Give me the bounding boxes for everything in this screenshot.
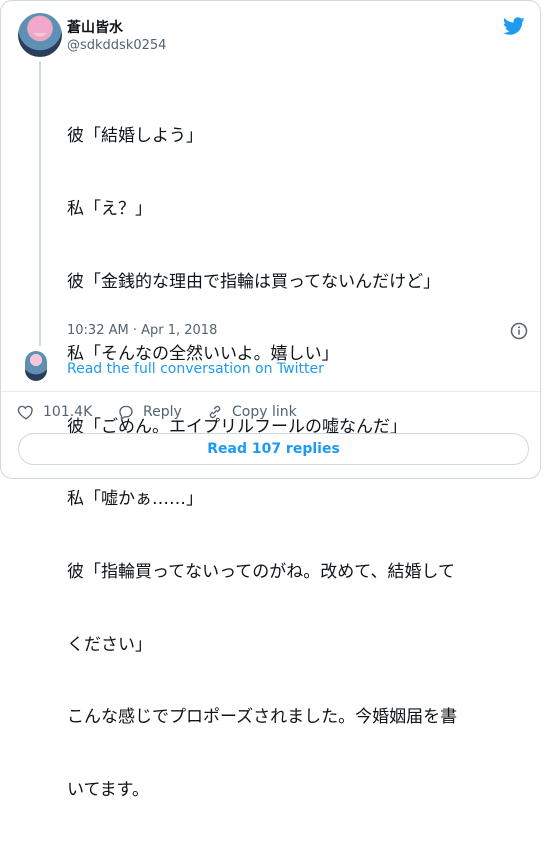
reply-label: Reply xyxy=(143,404,182,420)
tweet-line: 彼「金銭的な理由で指輪は買ってないんだけど」 xyxy=(67,271,441,292)
author-name[interactable]: 蒼山皆水 xyxy=(67,17,123,37)
thread-avatar[interactable] xyxy=(25,351,47,381)
like-count: 101.4K xyxy=(43,404,93,420)
copy-link-button[interactable]: Copy link xyxy=(206,403,297,421)
read-replies-button[interactable]: Read 107 replies xyxy=(18,433,529,465)
tweet-timestamp[interactable]: 10:32 AM · Apr 1, 2018 xyxy=(67,323,217,338)
author-handle[interactable]: @sdkddsk0254 xyxy=(67,38,166,53)
thread-connector xyxy=(39,61,41,346)
tweet-line: 彼「結婚しよう」 xyxy=(67,126,203,147)
tweet-line: ください」 xyxy=(67,634,152,655)
reply-button[interactable]: Reply xyxy=(117,403,182,421)
tweet-line: 私「嘘かぁ……」 xyxy=(67,489,203,510)
info-icon[interactable] xyxy=(510,322,528,340)
tweet-line: こんな感じでプロポーズされました。今婚姻届を書 xyxy=(67,707,458,728)
divider xyxy=(1,391,542,392)
tweet-line: 私「え？」 xyxy=(67,199,152,220)
tweet-line: いてます。 xyxy=(67,779,149,800)
reply-icon xyxy=(119,405,133,420)
read-full-conversation-link[interactable]: Read the full conversation on Twitter xyxy=(67,361,324,377)
tweet-line: 彼「指輪買ってないってのがね。改めて、結婚して xyxy=(67,562,455,583)
link-icon xyxy=(209,405,221,419)
like-button[interactable]: 101.4K xyxy=(17,403,92,421)
author-avatar[interactable] xyxy=(18,13,62,57)
twitter-bird-icon[interactable] xyxy=(501,15,527,37)
embedded-tweet-card: 蒼山皆水 @sdkddsk0254 彼「結婚しよう」 私「え？」 彼「金銭的な理… xyxy=(0,0,542,800)
copy-link-label: Copy link xyxy=(232,404,297,420)
heart-icon xyxy=(17,405,33,420)
